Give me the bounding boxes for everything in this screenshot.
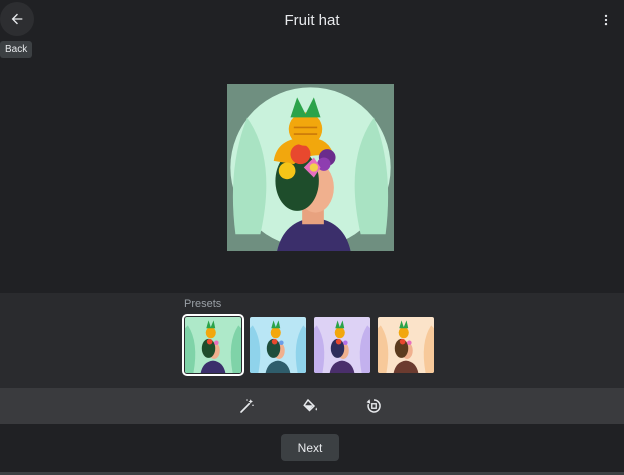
auto-enhance-button[interactable] xyxy=(236,395,258,417)
avatar-preview xyxy=(227,84,394,251)
top-bar: Back Fruit hat xyxy=(0,0,624,58)
fruit-hat-avatar-image xyxy=(227,84,394,251)
rotate-icon xyxy=(366,399,381,413)
page-title: Fruit hat xyxy=(284,12,340,29)
back-tooltip: Back xyxy=(0,41,33,58)
preset-lavender-image xyxy=(314,317,370,373)
preset-sky-image xyxy=(250,317,306,373)
presets-label: Presets xyxy=(184,298,222,310)
preset-thumb-sky[interactable] xyxy=(250,317,306,373)
preset-peach-image xyxy=(378,317,434,373)
preset-mint-image xyxy=(185,317,241,373)
rotate-button[interactable] xyxy=(363,395,385,417)
preset-thumb-lavender[interactable] xyxy=(314,317,370,373)
presets-panel: Presets xyxy=(0,293,624,388)
paint-bucket-icon xyxy=(303,398,317,412)
background-color-button[interactable] xyxy=(300,395,322,417)
magic-wand-icon xyxy=(240,399,254,413)
more-vert-icon xyxy=(604,14,608,26)
next-button[interactable]: Next xyxy=(281,434,339,461)
more-options-button[interactable] xyxy=(596,10,616,30)
preset-thumb-mint[interactable] xyxy=(182,314,244,376)
preset-thumb-peach[interactable] xyxy=(378,317,434,373)
edit-toolbar xyxy=(0,388,624,424)
